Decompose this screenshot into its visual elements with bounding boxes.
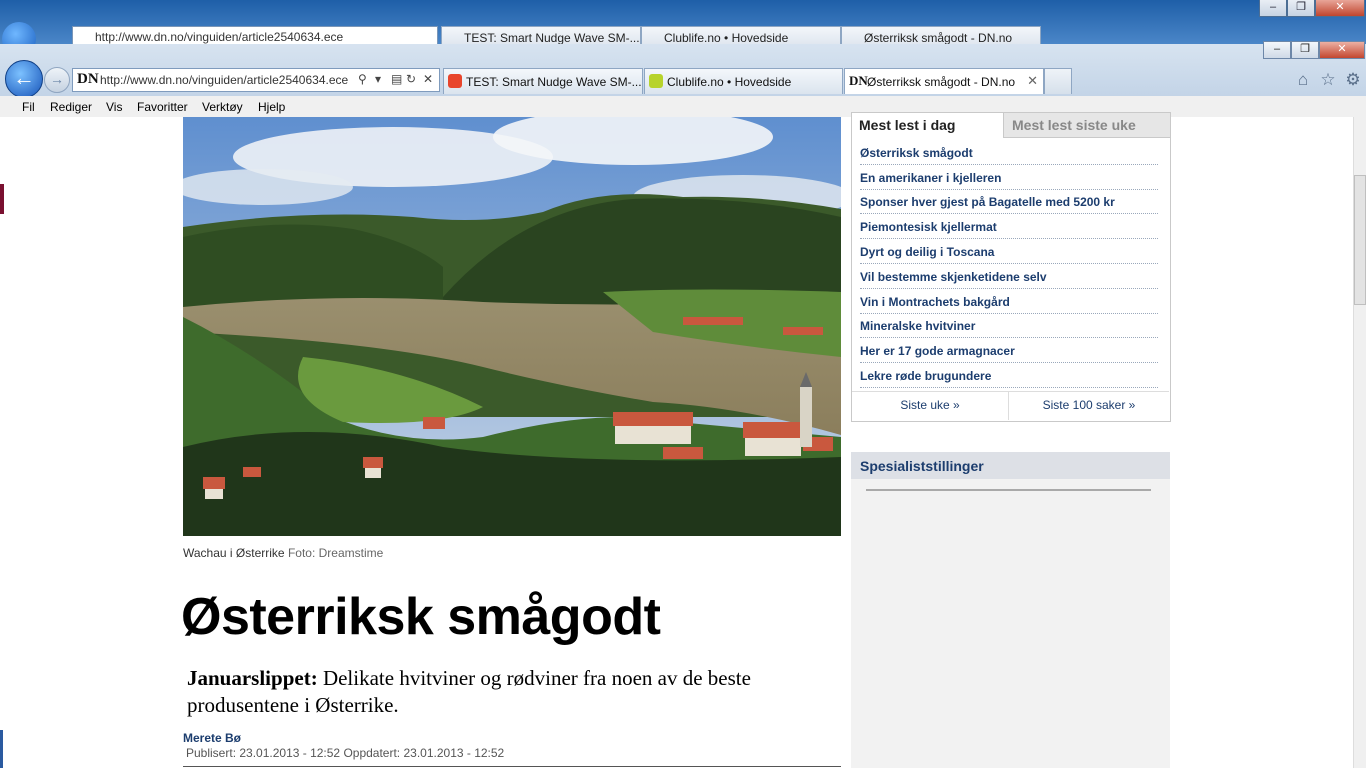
minimize-button[interactable]: –: [1263, 41, 1291, 59]
new-tab-button[interactable]: [1044, 68, 1072, 94]
tab-smart-nudge[interactable]: TEST: Smart Nudge Wave SM-...: [443, 68, 643, 94]
menu-vis[interactable]: Vis: [106, 100, 122, 114]
tab-favicon-icon: [649, 74, 663, 88]
list-item-link[interactable]: Mineralske hvitviner: [860, 319, 975, 333]
list-item-link[interactable]: Lekre røde brugundere: [860, 369, 991, 383]
list-item[interactable]: Vil bestemme skjenketidene selv: [860, 264, 1158, 289]
tab-favicon-icon: DN: [849, 73, 868, 88]
tab-label: Mest lest siste uke: [1012, 117, 1136, 133]
ghost-url: http://www.dn.no/vinguiden/article254063…: [95, 30, 344, 44]
url-text[interactable]: http://www.dn.no/vinguiden/article254063…: [100, 73, 348, 87]
search-icon[interactable]: ⚲: [358, 72, 367, 86]
ghost-tab-label: Clublife.no • Hovedside: [664, 31, 789, 45]
ghost-close-button: ✕: [1315, 0, 1365, 17]
tab-dn-article[interactable]: DN Østerriksk smågodt - DN.no ✕: [844, 68, 1044, 94]
list-item-link[interactable]: Vin i Montrachets bakgård: [860, 295, 1010, 309]
lead-kicker: Januarslippet:: [187, 666, 318, 690]
home-icon[interactable]: ⌂: [1293, 70, 1313, 90]
list-item[interactable]: En amerikaner i kjelleren: [860, 165, 1158, 190]
tab-most-read-week[interactable]: Mest lest siste uke: [1003, 113, 1170, 138]
list-item-link[interactable]: Sponser hver gjest på Bagatelle med 5200…: [860, 195, 1115, 209]
list-item[interactable]: Her er 17 gode armagnacer: [860, 338, 1158, 363]
menu-fil[interactable]: Fil: [22, 100, 35, 114]
list-item[interactable]: Mineralske hvitviner: [860, 313, 1158, 338]
specialist-box: [851, 452, 1170, 768]
caption-text: Wachau i Østerrike: [183, 546, 285, 560]
tab-label: Mest lest i dag: [859, 117, 956, 133]
article-headline: Østerriksk smågodt: [181, 588, 661, 646]
forward-arrow-icon: →: [50, 71, 64, 87]
list-item[interactable]: Piemontesisk kjellermat: [860, 214, 1158, 239]
list-item[interactable]: Dyrt og deilig i Toscana: [860, 239, 1158, 264]
tab-favicon-icon: [448, 74, 462, 88]
tab-close-icon[interactable]: ✕: [1027, 73, 1038, 89]
article-photo: [183, 117, 841, 536]
ghost-address-bar: http://www.dn.no/vinguiden/article254063…: [72, 26, 438, 46]
list-item-link[interactable]: Piemontesisk kjellermat: [860, 220, 997, 234]
divider: [866, 489, 1151, 491]
maximize-button[interactable]: ❐: [1291, 41, 1319, 59]
favorites-star-icon[interactable]: ☆: [1318, 70, 1338, 90]
ghost-minimize-button: –: [1259, 0, 1287, 17]
list-item-link[interactable]: En amerikaner i kjelleren: [860, 171, 1001, 185]
photo-caption: Wachau i Østerrike Foto: Dreamstime: [183, 546, 383, 560]
ghost-tab-label: Østerriksk smågodt - DN.no: [864, 31, 1013, 45]
menu-rediger[interactable]: Rediger: [50, 100, 92, 114]
left-edge-marker: [0, 730, 3, 768]
list-item[interactable]: Lekre røde brugundere: [860, 363, 1158, 388]
tab-label: Østerriksk smågodt - DN.no: [867, 75, 1016, 89]
last-100-link[interactable]: Siste 100 saker »: [1009, 391, 1169, 420]
dropdown-icon[interactable]: ▾: [375, 72, 381, 86]
tab-most-read-today[interactable]: Mest lest i dag: [852, 113, 1001, 137]
ghost-maximize-button: ❐: [1287, 0, 1315, 17]
menu-hjelp[interactable]: Hjelp: [258, 100, 285, 114]
article-lead: Januarslippet: Delikate hvitviner og rød…: [187, 665, 827, 719]
menu-favoritter[interactable]: Favoritter: [137, 100, 188, 114]
ghost-tab-label: TEST: Smart Nudge Wave SM-...: [464, 31, 640, 45]
site-favicon-icon: DN: [77, 71, 99, 87]
left-edge-marker: [0, 184, 4, 214]
refresh-icon[interactable]: ↻: [406, 72, 416, 86]
ghost-tab: Østerriksk smågodt - DN.no: [841, 26, 1041, 46]
forward-button[interactable]: →: [44, 67, 70, 93]
compatibility-icon[interactable]: ▤: [391, 72, 402, 86]
list-item[interactable]: Østerriksk smågodt: [860, 140, 1158, 165]
ghost-tab: TEST: Smart Nudge Wave SM-...: [441, 26, 641, 46]
last-week-link[interactable]: Siste uke »: [852, 391, 1009, 420]
list-item-link[interactable]: Her er 17 gode armagnacer: [860, 344, 1015, 358]
list-item[interactable]: Vin i Montrachets bakgård: [860, 289, 1158, 314]
address-bar[interactable]: DN http://www.dn.no/vinguiden/article254…: [72, 68, 440, 92]
specialist-title: Spesialiststillinger: [860, 458, 984, 474]
tab-label: TEST: Smart Nudge Wave SM-...: [466, 75, 642, 89]
tab-label: Clublife.no • Hovedside: [667, 75, 792, 89]
tab-clublife[interactable]: Clublife.no • Hovedside: [644, 68, 843, 94]
menu-verktoy[interactable]: Verktøy: [202, 100, 243, 114]
back-arrow-icon: ←: [13, 65, 35, 90]
photo-credit: Foto: Dreamstime: [287, 546, 384, 560]
gear-icon[interactable]: ⚙: [1343, 70, 1363, 90]
close-window-button[interactable]: ✕: [1319, 41, 1365, 59]
publish-meta: Publisert: 23.01.2013 - 12:52 Oppdatert:…: [186, 746, 505, 760]
list-item-link[interactable]: Vil bestemme skjenketidene selv: [860, 270, 1047, 284]
stop-icon[interactable]: ✕: [423, 72, 433, 86]
list-item-link[interactable]: Dyrt og deilig i Toscana: [860, 245, 994, 259]
specialist-heading: Spesialiststillinger: [851, 452, 1170, 479]
back-button[interactable]: ←: [5, 60, 43, 98]
list-item-link[interactable]: Østerriksk smågodt: [860, 146, 973, 160]
list-item[interactable]: Sponser hver gjest på Bagatelle med 5200…: [860, 189, 1158, 214]
divider: [183, 766, 841, 767]
ghost-tab: Clublife.no • Hovedside: [641, 26, 841, 46]
author-link[interactable]: Merete Bø: [183, 731, 241, 745]
scrollbar-thumb[interactable]: [1354, 175, 1366, 305]
